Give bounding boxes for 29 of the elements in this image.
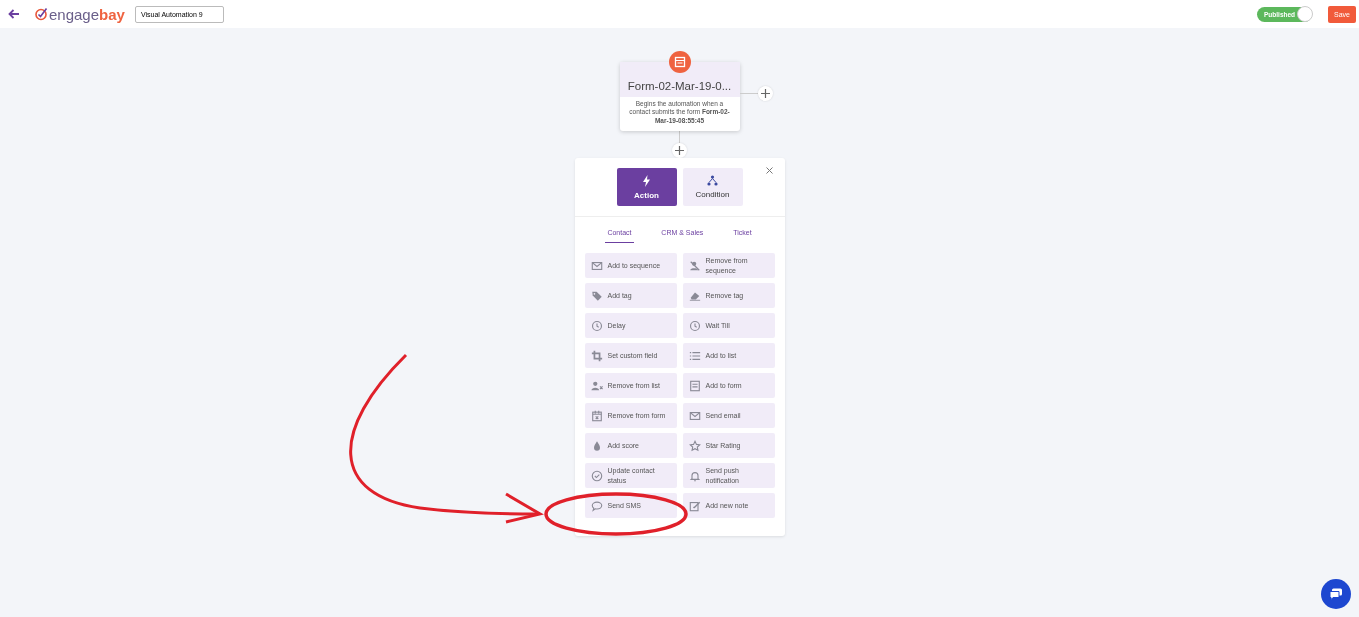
check-circle-icon	[590, 469, 603, 482]
star-icon	[688, 439, 701, 452]
add-step-button[interactable]	[672, 143, 687, 158]
engagebay-logo: engagebay	[34, 5, 125, 23]
chat-icon	[1329, 588, 1343, 600]
crop-icon	[590, 349, 603, 362]
chat-button[interactable]	[1321, 579, 1351, 609]
envelope-icon	[590, 259, 603, 272]
person-remove-icon	[590, 379, 603, 392]
form-icon	[688, 379, 701, 392]
form-icon	[668, 51, 691, 73]
branch-icon	[707, 175, 718, 186]
bell-icon	[688, 469, 701, 482]
clock-icon	[688, 319, 701, 332]
clock-icon	[590, 319, 603, 332]
envelope-icon	[688, 409, 701, 422]
add-step-button[interactable]	[757, 86, 773, 101]
person-crossed-icon	[688, 259, 701, 272]
tag-icon	[590, 289, 603, 302]
step-type-tab[interactable]: Action	[616, 168, 677, 206]
lightning-icon	[642, 174, 651, 187]
step-type-tab[interactable]: Condition	[682, 168, 743, 206]
close-button[interactable]	[765, 167, 773, 174]
back-arrow-icon[interactable]	[8, 9, 20, 19]
node-title: Form-02-Mar-19-0...	[627, 80, 732, 92]
calendar-icon	[590, 409, 603, 422]
edit-note-icon	[688, 499, 701, 512]
speech-bubble-icon	[590, 499, 603, 512]
list-icon	[688, 349, 701, 362]
